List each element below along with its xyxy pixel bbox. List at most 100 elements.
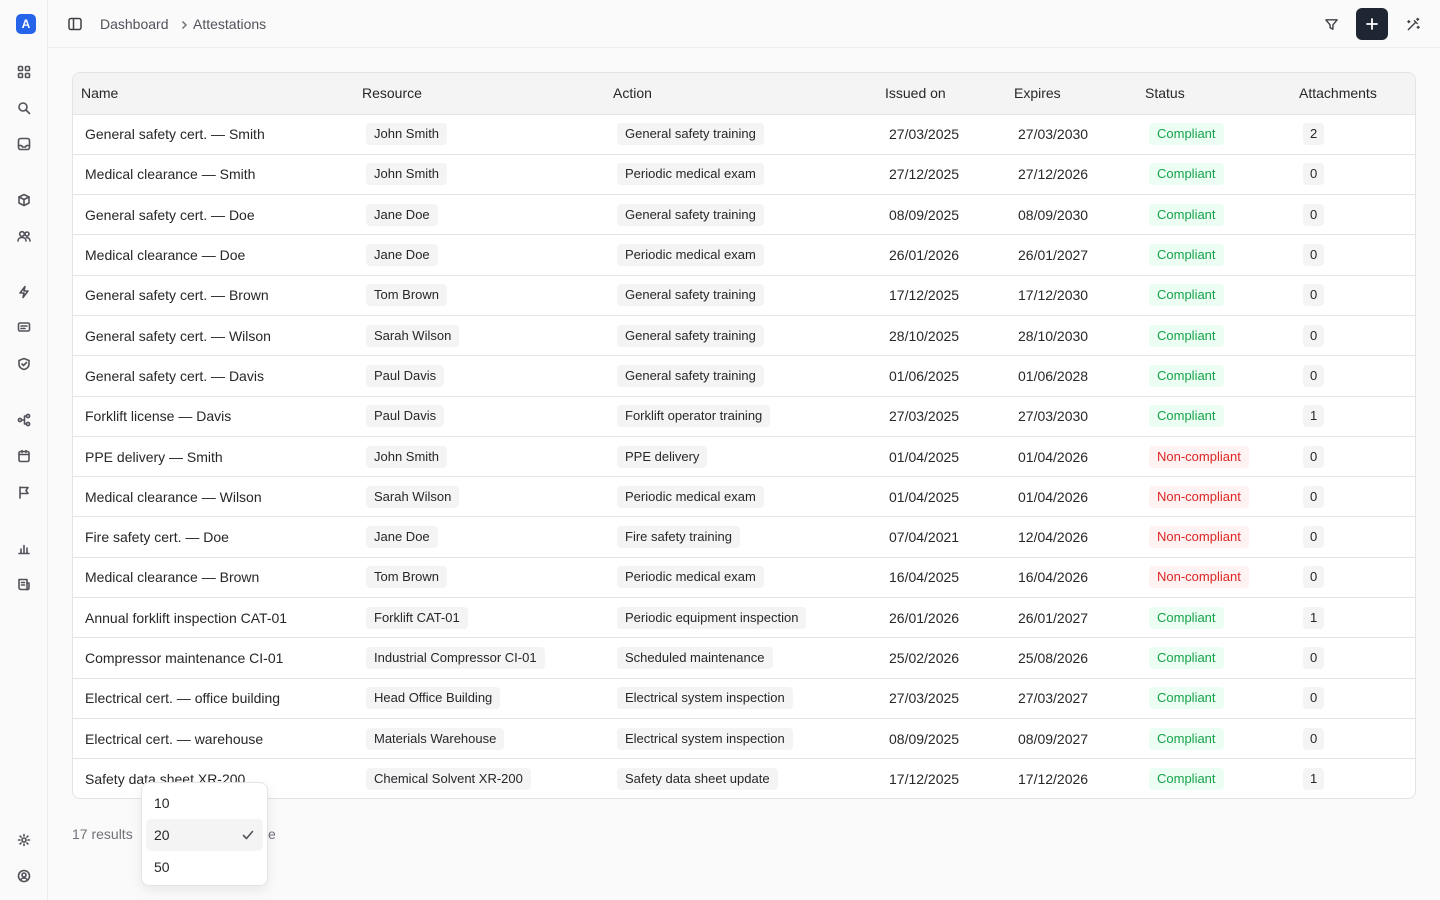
- attachments-count[interactable]: 2: [1303, 123, 1325, 146]
- column-header-status[interactable]: Status: [1137, 73, 1291, 115]
- magic-wand-icon[interactable]: [1404, 15, 1422, 33]
- bolt-icon[interactable]: [15, 283, 33, 301]
- table-row[interactable]: General safety cert. — Davis Paul Davis Ge…: [73, 356, 1415, 397]
- resource-chip[interactable]: John Smith: [366, 163, 448, 186]
- page-size-option-50[interactable]: 50: [146, 851, 263, 883]
- settings-icon[interactable]: [15, 831, 33, 849]
- table-row[interactable]: Safety data sheet XR-200 Chemical Solvent…: [73, 759, 1415, 798]
- table-row[interactable]: Electrical cert. — warehouse Materials Wa…: [73, 718, 1415, 759]
- action-chip[interactable]: Fire safety training: [617, 526, 740, 549]
- action-chip[interactable]: PPE delivery: [617, 445, 708, 468]
- action-chip[interactable]: Scheduled maintenance: [617, 647, 773, 669]
- attachments-count[interactable]: 0: [1303, 445, 1325, 468]
- resource-chip[interactable]: Sarah Wilson: [366, 324, 460, 347]
- attachments-count[interactable]: 0: [1303, 687, 1325, 710]
- add-button[interactable]: [1356, 8, 1388, 40]
- attachments-count[interactable]: 0: [1303, 284, 1325, 307]
- page-size-option-10[interactable]: 10: [146, 787, 263, 819]
- table-row[interactable]: Annual forklift inspection CAT-01 Forklif…: [73, 598, 1415, 638]
- resource-chip[interactable]: Jane Doe: [366, 203, 438, 226]
- table-row[interactable]: Medical clearance — Doe Jane Doe Periodic …: [73, 235, 1415, 276]
- attachments-count[interactable]: 1: [1303, 405, 1325, 428]
- action-chip[interactable]: Electrical system inspection: [617, 687, 793, 710]
- resource-chip[interactable]: Tom Brown: [366, 284, 448, 307]
- table-row[interactable]: Medical clearance — Smith John Smith Perio…: [73, 154, 1415, 195]
- attachments-count[interactable]: 0: [1303, 163, 1325, 186]
- resource-chip[interactable]: Head Office Building: [366, 687, 501, 710]
- app-logo[interactable]: A: [16, 14, 36, 34]
- resource-chip[interactable]: Chemical Solvent XR-200: [366, 767, 531, 790]
- resource-chip[interactable]: Jane Doe: [366, 244, 438, 267]
- action-chip[interactable]: Forklift operator training: [617, 405, 771, 428]
- table-row[interactable]: General safety cert. — Doe Jane Doe Genera…: [73, 195, 1415, 235]
- resource-chip[interactable]: Industrial Compressor CI-01: [366, 647, 545, 669]
- table-row[interactable]: Medical clearance — Brown Tom Brown Period…: [73, 557, 1415, 598]
- chart-icon[interactable]: [15, 539, 33, 557]
- attachments-count[interactable]: 0: [1303, 324, 1325, 347]
- users-icon[interactable]: [15, 227, 33, 245]
- flag-icon[interactable]: [15, 483, 33, 501]
- workflow-icon[interactable]: [15, 411, 33, 429]
- column-header-issued-on[interactable]: Issued on: [877, 73, 1006, 115]
- column-header-resource[interactable]: Resource: [354, 73, 605, 115]
- account-icon[interactable]: [15, 867, 33, 885]
- action-chip[interactable]: General safety training: [617, 324, 764, 347]
- attachments-count[interactable]: 0: [1303, 485, 1325, 508]
- table-row[interactable]: Compressor maintenance CI-01 Industrial C…: [73, 638, 1415, 679]
- shield-icon[interactable]: [15, 355, 33, 373]
- sidebar-toggle-icon[interactable]: [67, 16, 83, 32]
- attachments-count[interactable]: 0: [1303, 727, 1325, 750]
- resource-chip[interactable]: Tom Brown: [366, 566, 448, 589]
- resource-chip[interactable]: John Smith: [366, 445, 448, 468]
- column-header-attachments[interactable]: Attachments: [1291, 73, 1415, 115]
- resource-chip[interactable]: Sarah Wilson: [366, 485, 460, 508]
- action-chip[interactable]: General safety training: [617, 203, 764, 226]
- attachments-count[interactable]: 1: [1303, 606, 1325, 629]
- breadcrumb-dashboard[interactable]: Dashboard: [100, 16, 169, 32]
- attachments-count[interactable]: 1: [1303, 767, 1325, 790]
- attachments-count[interactable]: 0: [1303, 647, 1325, 669]
- column-header-expires[interactable]: Expires: [1006, 73, 1137, 115]
- inbox-icon[interactable]: [15, 135, 33, 153]
- grid-icon[interactable]: [15, 63, 33, 81]
- action-chip[interactable]: Periodic medical exam: [617, 566, 764, 589]
- action-chip[interactable]: Safety data sheet update: [617, 767, 778, 790]
- chat-icon[interactable]: [15, 319, 33, 337]
- action-chip[interactable]: General safety training: [617, 364, 764, 387]
- filter-icon[interactable]: [1322, 15, 1340, 33]
- table-row[interactable]: Medical clearance — Wilson Sarah Wilson Pe…: [73, 477, 1415, 517]
- attestation-name: General safety cert. — Wilson: [85, 327, 271, 344]
- action-chip[interactable]: General safety training: [617, 284, 764, 307]
- table-row[interactable]: Electrical cert. — office building Head O…: [73, 678, 1415, 719]
- table-row[interactable]: General safety cert. — Smith John Smith Ge…: [73, 114, 1415, 155]
- box-icon[interactable]: [15, 191, 33, 209]
- search-icon[interactable]: [15, 99, 33, 117]
- action-chip[interactable]: Periodic medical exam: [617, 163, 764, 186]
- attachments-count[interactable]: 0: [1303, 566, 1325, 589]
- resource-chip[interactable]: John Smith: [366, 123, 448, 146]
- table-row[interactable]: General safety cert. — Wilson Sarah Wilso…: [73, 315, 1415, 356]
- resource-chip[interactable]: Jane Doe: [366, 526, 438, 549]
- resource-chip[interactable]: Materials Warehouse: [366, 727, 505, 750]
- resource-chip[interactable]: Forklift CAT-01: [366, 606, 468, 629]
- attachments-count[interactable]: 0: [1303, 526, 1325, 549]
- attachments-count[interactable]: 0: [1303, 203, 1325, 226]
- table-row[interactable]: Fire safety cert. — Doe Jane Doe Fire safe…: [73, 517, 1415, 558]
- report-icon[interactable]: [15, 575, 33, 593]
- calendar-icon[interactable]: [15, 447, 33, 465]
- column-header-name[interactable]: Name: [73, 73, 354, 115]
- table-row[interactable]: Forklift license — Davis Paul Davis Forkli…: [73, 396, 1415, 437]
- column-header-action[interactable]: Action: [605, 73, 877, 115]
- resource-chip[interactable]: Paul Davis: [366, 364, 445, 387]
- resource-chip[interactable]: Paul Davis: [366, 405, 445, 428]
- action-chip[interactable]: Periodic medical exam: [617, 244, 764, 267]
- action-chip[interactable]: Periodic medical exam: [617, 485, 764, 508]
- table-row[interactable]: General safety cert. — Brown Tom Brown Gen…: [73, 275, 1415, 316]
- page-size-option-20[interactable]: 20: [146, 819, 263, 851]
- attachments-count[interactable]: 0: [1303, 364, 1325, 387]
- action-chip[interactable]: General safety training: [617, 123, 764, 146]
- table-row[interactable]: PPE delivery — Smith John Smith PPE delive…: [73, 436, 1415, 477]
- action-chip[interactable]: Electrical system inspection: [617, 727, 793, 750]
- action-chip[interactable]: Periodic equipment inspection: [617, 606, 807, 629]
- attachments-count[interactable]: 0: [1303, 244, 1325, 267]
